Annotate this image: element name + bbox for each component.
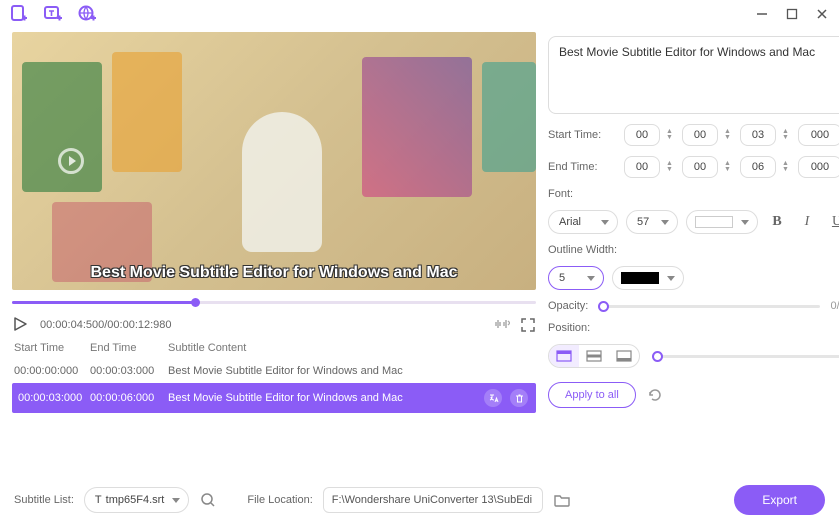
add-file-icon[interactable] <box>8 3 30 25</box>
apply-to-all-button[interactable]: Apply to all <box>548 382 636 408</box>
position-bottom-button[interactable] <box>609 345 639 367</box>
waveform-icon[interactable] <box>492 317 510 333</box>
translate-icon[interactable] <box>484 389 502 407</box>
end-hour-input[interactable]: 00 <box>624 156 660 178</box>
start-sec-input[interactable]: 03 <box>740 124 776 146</box>
minimize-button[interactable] <box>753 5 771 23</box>
bold-button[interactable]: B <box>766 211 788 233</box>
add-web-icon[interactable] <box>76 3 98 25</box>
end-ms-input[interactable]: 000 <box>798 156 839 178</box>
opacity-slider[interactable] <box>598 305 820 308</box>
end-min-input[interactable]: 00 <box>682 156 718 178</box>
file-location-label: File Location: <box>247 494 312 506</box>
end-time-label: End Time: <box>548 161 618 173</box>
font-size-select[interactable]: 57 <box>626 210 678 234</box>
subtitle-list-label: Subtitle List: <box>14 494 74 506</box>
video-subtitle-overlay: Best Movie Subtitle Editor for Windows a… <box>91 264 458 282</box>
reset-icon[interactable] <box>646 386 664 404</box>
time-readout: 00:00:04:500/00:00:12:980 <box>40 319 172 331</box>
subtitle-row[interactable]: 00:00:03:000 00:00:06:000 Best Movie Sub… <box>12 383 536 413</box>
position-middle-button[interactable] <box>579 345 609 367</box>
export-button[interactable]: Export <box>734 485 825 515</box>
opacity-value: 0/100 <box>830 300 839 312</box>
delete-icon[interactable] <box>510 389 528 407</box>
end-sec-input[interactable]: 06 <box>740 156 776 178</box>
titlebar <box>0 0 839 28</box>
video-preview[interactable]: Best Movie Subtitle Editor for Windows a… <box>12 32 536 290</box>
add-text-icon[interactable] <box>42 3 64 25</box>
font-label: Font: <box>548 188 839 200</box>
file-location-input[interactable] <box>323 487 543 513</box>
outline-width-select[interactable]: 5 <box>548 266 604 290</box>
close-button[interactable] <box>813 5 831 23</box>
start-ms-input[interactable]: 000 <box>798 124 839 146</box>
subtitle-list-select[interactable]: Ttmp65F4.srt <box>84 487 189 513</box>
position-slider[interactable] <box>652 355 839 358</box>
font-color-select[interactable] <box>686 210 758 234</box>
start-time-label: Start Time: <box>548 129 618 141</box>
position-label: Position: <box>548 322 839 334</box>
outline-color-select[interactable] <box>612 266 684 290</box>
underline-button[interactable]: U <box>826 211 839 233</box>
search-icon[interactable] <box>199 491 217 509</box>
footer-bar: Subtitle List: Ttmp65F4.srt File Locatio… <box>0 472 839 528</box>
outline-label: Outline Width: <box>548 244 839 256</box>
font-family-select[interactable]: Arial <box>548 210 618 234</box>
subtitle-row[interactable]: 00:00:00:000 00:00:03:000 Best Movie Sub… <box>12 359 536 383</box>
subtitle-table-header: Start Time End Time Subtitle Content <box>12 338 536 359</box>
end-time-row: End Time: 00▲▼ 00▲▼ 06▲▼ 000▲▼ <box>548 156 839 178</box>
italic-button[interactable]: I <box>796 211 818 233</box>
start-hour-input[interactable]: 00 <box>624 124 660 146</box>
start-min-input[interactable]: 00 <box>682 124 718 146</box>
seek-bar[interactable] <box>12 296 536 308</box>
play-button[interactable] <box>12 316 30 334</box>
position-top-button[interactable] <box>549 345 579 367</box>
folder-icon[interactable] <box>553 492 571 508</box>
play-overlay-icon <box>58 148 84 174</box>
fullscreen-icon[interactable] <box>520 317 536 333</box>
opacity-label: Opacity: <box>548 300 588 312</box>
start-time-row: Start Time: 00▲▼ 00▲▼ 03▲▼ 000▲▼ <box>548 124 839 146</box>
subtitle-text-input[interactable]: Best Movie Subtitle Editor for Windows a… <box>548 36 839 114</box>
maximize-button[interactable] <box>783 5 801 23</box>
